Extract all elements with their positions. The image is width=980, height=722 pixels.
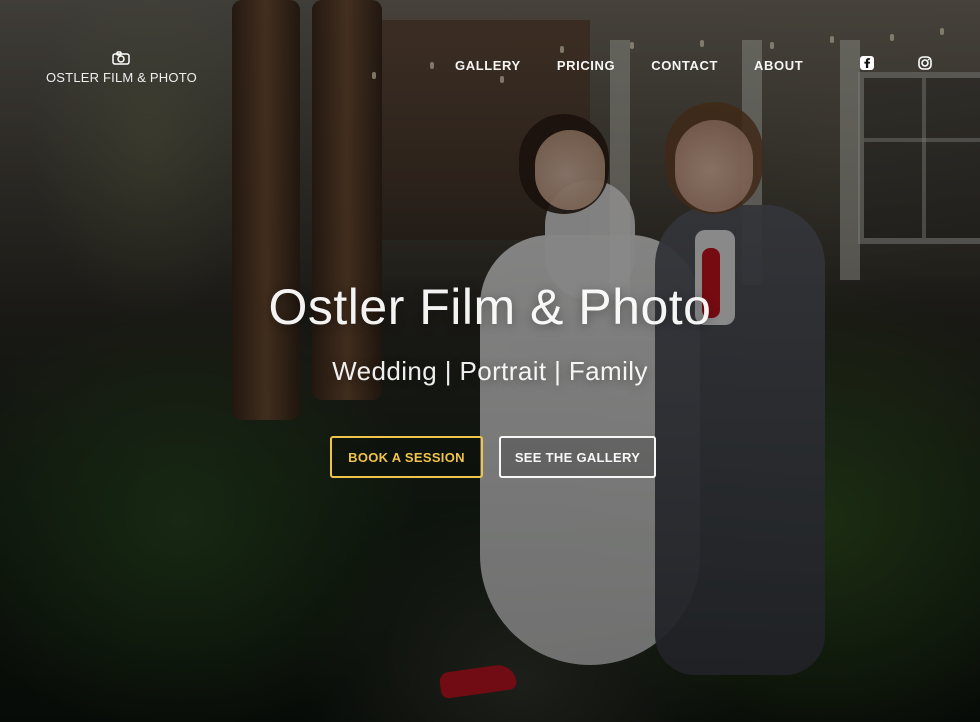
nav-contact[interactable]: CONTACT (651, 58, 718, 73)
top-nav: GALLERY PRICING CONTACT ABOUT (455, 58, 803, 73)
see-gallery-button[interactable]: SEE THE GALLERY (499, 436, 656, 478)
nav-pricing[interactable]: PRICING (557, 58, 615, 73)
nav-about[interactable]: ABOUT (754, 58, 803, 73)
hero-cta: BOOK A SESSION SEE THE GALLERY (330, 436, 656, 478)
camera-icon (112, 50, 130, 65)
facebook-icon (859, 55, 875, 75)
nav-gallery[interactable]: GALLERY (455, 58, 521, 73)
facebook-link[interactable] (858, 56, 876, 74)
instagram-icon (917, 55, 933, 75)
brand-text: OSTLER FILM & PHOTO (46, 70, 197, 85)
hero-title: Ostler Film & Photo (268, 279, 712, 335)
brand-link[interactable]: OSTLER FILM & PHOTO (46, 50, 197, 85)
book-session-button[interactable]: BOOK A SESSION (330, 436, 483, 478)
social-links (858, 56, 934, 74)
instagram-link[interactable] (916, 56, 934, 74)
hero-section: OSTLER FILM & PHOTO GALLERY PRICING CONT… (0, 0, 980, 722)
hero-subtitle: Wedding | Portrait | Family (332, 356, 648, 386)
